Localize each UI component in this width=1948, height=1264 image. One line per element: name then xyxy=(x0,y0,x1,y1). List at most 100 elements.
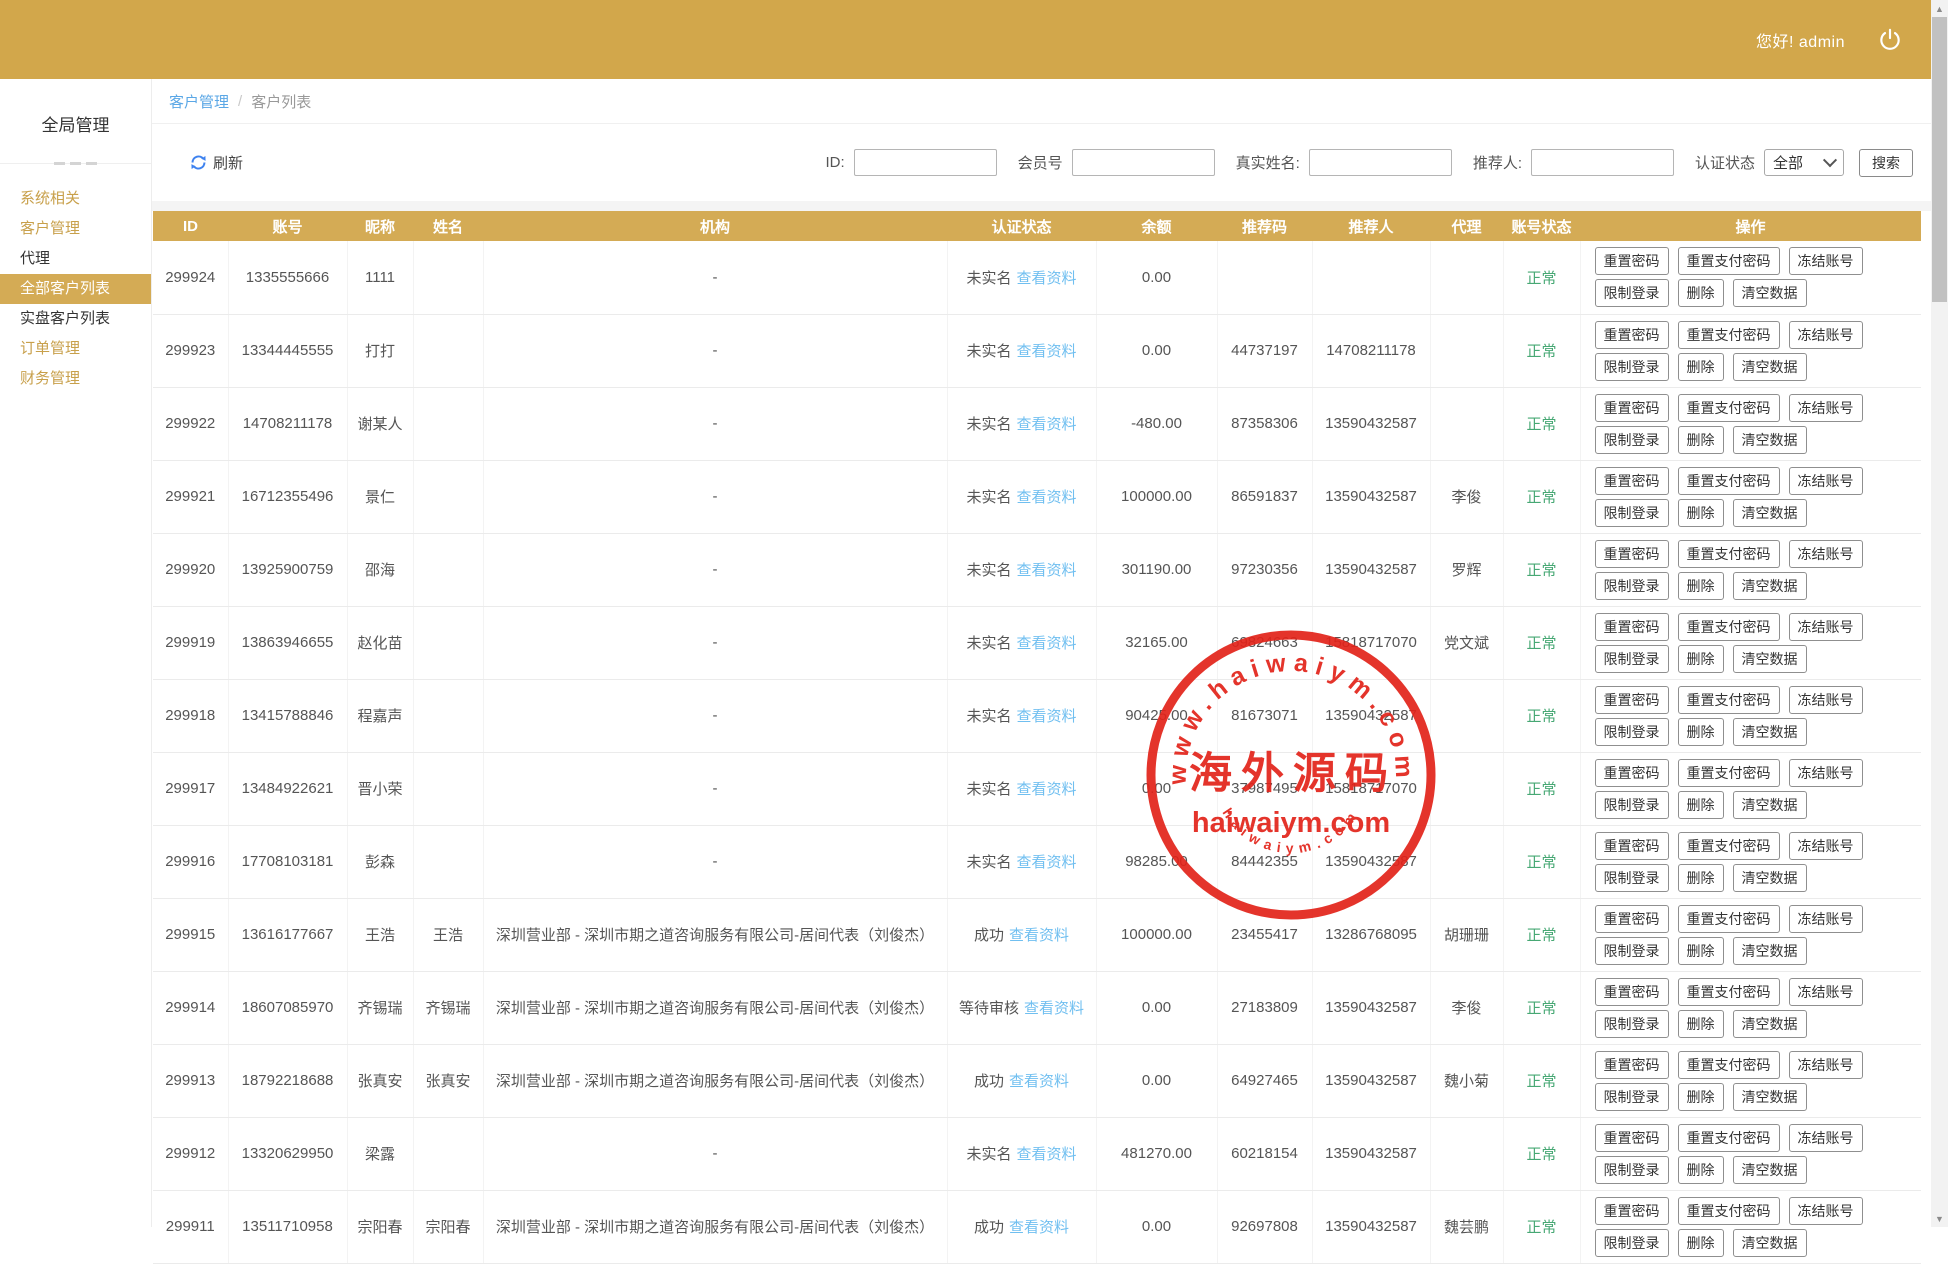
delete-button[interactable]: 删除 xyxy=(1677,498,1724,527)
reset-pay-password-button[interactable]: 重置支付密码 xyxy=(1677,393,1780,422)
delete-button[interactable]: 删除 xyxy=(1677,936,1724,965)
freeze-account-button[interactable]: 冻结账号 xyxy=(1788,612,1863,641)
view-profile-link[interactable]: 查看资料 xyxy=(1017,1146,1077,1163)
reset-pay-password-button[interactable]: 重置支付密码 xyxy=(1677,977,1780,1006)
reset-password-button[interactable]: 重置密码 xyxy=(1594,247,1669,276)
freeze-account-button[interactable]: 冻结账号 xyxy=(1788,1050,1863,1079)
delete-button[interactable]: 删除 xyxy=(1677,1009,1724,1038)
restrict-login-button[interactable]: 限制登录 xyxy=(1594,571,1669,600)
clear-data-button[interactable]: 清空数据 xyxy=(1732,1009,1807,1038)
reset-password-button[interactable]: 重置密码 xyxy=(1594,758,1669,787)
clear-data-button[interactable]: 清空数据 xyxy=(1732,279,1807,308)
view-profile-link[interactable]: 查看资料 xyxy=(1017,270,1077,287)
reset-pay-password-button[interactable]: 重置支付密码 xyxy=(1677,539,1780,568)
restrict-login-button[interactable]: 限制登录 xyxy=(1594,863,1669,892)
clear-data-button[interactable]: 清空数据 xyxy=(1732,936,1807,965)
freeze-account-button[interactable]: 冻结账号 xyxy=(1788,393,1863,422)
reset-pay-password-button[interactable]: 重置支付密码 xyxy=(1677,1123,1780,1152)
freeze-account-button[interactable]: 冻结账号 xyxy=(1788,977,1863,1006)
freeze-account-button[interactable]: 冻结账号 xyxy=(1788,904,1863,933)
reset-password-button[interactable]: 重置密码 xyxy=(1594,1050,1669,1079)
freeze-account-button[interactable]: 冻结账号 xyxy=(1788,758,1863,787)
freeze-account-button[interactable]: 冻结账号 xyxy=(1788,831,1863,860)
clear-data-button[interactable]: 清空数据 xyxy=(1732,425,1807,454)
view-profile-link[interactable]: 查看资料 xyxy=(1017,854,1077,871)
reset-password-button[interactable]: 重置密码 xyxy=(1594,1123,1669,1152)
delete-button[interactable]: 删除 xyxy=(1677,1082,1724,1111)
restrict-login-button[interactable]: 限制登录 xyxy=(1594,1009,1669,1038)
reset-pay-password-button[interactable]: 重置支付密码 xyxy=(1677,831,1780,860)
scrollbar-thumb[interactable] xyxy=(1932,17,1947,302)
search-button[interactable]: 搜索 xyxy=(1859,148,1913,177)
view-profile-link[interactable]: 查看资料 xyxy=(1009,1073,1069,1090)
reset-password-button[interactable]: 重置密码 xyxy=(1594,539,1669,568)
delete-button[interactable]: 删除 xyxy=(1677,644,1724,673)
refresh-button[interactable]: 刷新 xyxy=(188,152,243,173)
scroll-down-icon[interactable]: ▼ xyxy=(1931,1210,1948,1227)
reset-pay-password-button[interactable]: 重置支付密码 xyxy=(1677,247,1780,276)
clear-data-button[interactable]: 清空数据 xyxy=(1732,717,1807,746)
reset-password-button[interactable]: 重置密码 xyxy=(1594,320,1669,349)
freeze-account-button[interactable]: 冻结账号 xyxy=(1788,1196,1863,1225)
delete-button[interactable]: 删除 xyxy=(1677,352,1724,381)
view-profile-link[interactable]: 查看资料 xyxy=(1017,343,1077,360)
freeze-account-button[interactable]: 冻结账号 xyxy=(1788,320,1863,349)
logout-power-icon[interactable] xyxy=(1877,27,1903,53)
scroll-up-icon[interactable]: ▲ xyxy=(1931,0,1948,17)
reset-password-button[interactable]: 重置密码 xyxy=(1594,466,1669,495)
sidebar-item-finance[interactable]: 财务管理 xyxy=(0,364,151,394)
restrict-login-button[interactable]: 限制登录 xyxy=(1594,498,1669,527)
sidebar-item-system[interactable]: 系统相关 xyxy=(0,184,151,214)
delete-button[interactable]: 删除 xyxy=(1677,790,1724,819)
delete-button[interactable]: 删除 xyxy=(1677,279,1724,308)
delete-button[interactable]: 删除 xyxy=(1677,717,1724,746)
freeze-account-button[interactable]: 冻结账号 xyxy=(1788,247,1863,276)
reset-password-button[interactable]: 重置密码 xyxy=(1594,977,1669,1006)
sidebar-item-agent[interactable]: 代理 xyxy=(0,244,151,274)
restrict-login-button[interactable]: 限制登录 xyxy=(1594,790,1669,819)
delete-button[interactable]: 删除 xyxy=(1677,863,1724,892)
sidebar-item-customer-mgmt[interactable]: 客户管理 xyxy=(0,214,151,244)
reset-pay-password-button[interactable]: 重置支付密码 xyxy=(1677,320,1780,349)
vertical-scrollbar[interactable]: ▲ ▼ xyxy=(1931,0,1948,1227)
view-profile-link[interactable]: 查看资料 xyxy=(1017,635,1077,652)
reset-pay-password-button[interactable]: 重置支付密码 xyxy=(1677,612,1780,641)
auth-status-select[interactable]: 全部 xyxy=(1764,149,1844,176)
delete-button[interactable]: 删除 xyxy=(1677,1228,1724,1257)
view-profile-link[interactable]: 查看资料 xyxy=(1009,1219,1069,1236)
reset-pay-password-button[interactable]: 重置支付密码 xyxy=(1677,904,1780,933)
view-profile-link[interactable]: 查看资料 xyxy=(1017,781,1077,798)
reset-password-button[interactable]: 重置密码 xyxy=(1594,904,1669,933)
reset-password-button[interactable]: 重置密码 xyxy=(1594,1196,1669,1225)
clear-data-button[interactable]: 清空数据 xyxy=(1732,863,1807,892)
reset-pay-password-button[interactable]: 重置支付密码 xyxy=(1677,1196,1780,1225)
reset-password-button[interactable]: 重置密码 xyxy=(1594,685,1669,714)
restrict-login-button[interactable]: 限制登录 xyxy=(1594,1155,1669,1184)
clear-data-button[interactable]: 清空数据 xyxy=(1732,571,1807,600)
clear-data-button[interactable]: 清空数据 xyxy=(1732,352,1807,381)
delete-button[interactable]: 删除 xyxy=(1677,1155,1724,1184)
clear-data-button[interactable]: 清空数据 xyxy=(1732,644,1807,673)
view-profile-link[interactable]: 查看资料 xyxy=(1017,562,1077,579)
restrict-login-button[interactable]: 限制登录 xyxy=(1594,352,1669,381)
delete-button[interactable]: 删除 xyxy=(1677,425,1724,454)
view-profile-link[interactable]: 查看资料 xyxy=(1017,489,1077,506)
clear-data-button[interactable]: 清空数据 xyxy=(1732,790,1807,819)
freeze-account-button[interactable]: 冻结账号 xyxy=(1788,1123,1863,1152)
sidebar-collapse-handle[interactable] xyxy=(0,156,151,170)
reset-pay-password-button[interactable]: 重置支付密码 xyxy=(1677,758,1780,787)
clear-data-button[interactable]: 清空数据 xyxy=(1732,1155,1807,1184)
reset-password-button[interactable]: 重置密码 xyxy=(1594,831,1669,860)
clear-data-button[interactable]: 清空数据 xyxy=(1732,1228,1807,1257)
sidebar-item-real-customers[interactable]: 实盘客户列表 xyxy=(0,304,151,334)
freeze-account-button[interactable]: 冻结账号 xyxy=(1788,539,1863,568)
filter-input-member-no[interactable] xyxy=(1071,149,1215,176)
delete-button[interactable]: 删除 xyxy=(1677,571,1724,600)
sidebar-item-orders[interactable]: 订单管理 xyxy=(0,334,151,364)
breadcrumb-parent-link[interactable]: 客户管理 xyxy=(169,91,229,112)
view-profile-link[interactable]: 查看资料 xyxy=(1009,927,1069,944)
clear-data-button[interactable]: 清空数据 xyxy=(1732,1082,1807,1111)
clear-data-button[interactable]: 清空数据 xyxy=(1732,498,1807,527)
restrict-login-button[interactable]: 限制登录 xyxy=(1594,717,1669,746)
filter-input-id[interactable] xyxy=(853,149,997,176)
